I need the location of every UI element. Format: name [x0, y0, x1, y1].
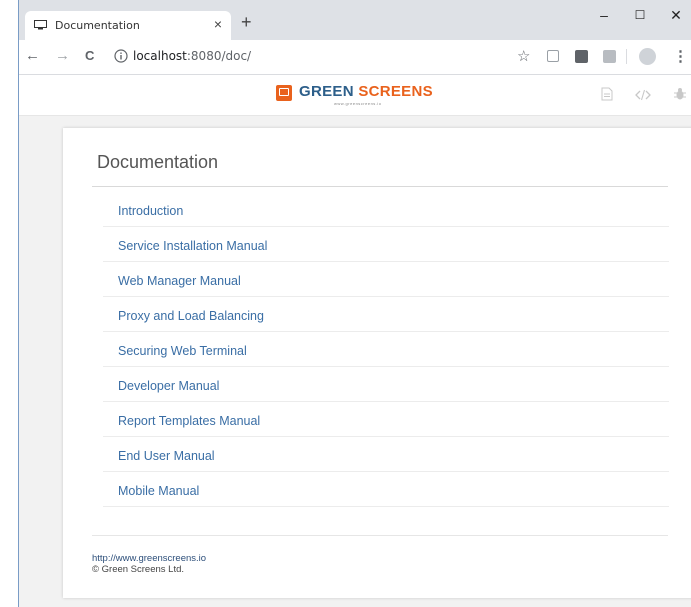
- reload-button[interactable]: C: [85, 48, 94, 64]
- close-window-button[interactable]: ✕: [666, 8, 686, 22]
- doc-link-mobile-manual[interactable]: Mobile Manual: [118, 484, 199, 498]
- page-title: Documentation: [97, 152, 219, 172]
- address-path: :8080/doc/: [186, 49, 252, 63]
- menu-icon[interactable]: ⋮: [673, 47, 688, 65]
- logo-tagline: www.greenscreens.io: [334, 101, 382, 106]
- extension-icon[interactable]: [603, 50, 616, 63]
- title-bar: Documentation × + – ☐ ✕: [19, 0, 691, 40]
- logo-text-green: GREEN: [299, 83, 354, 100]
- browser-toolbar: ← → C localhost:8080/doc/ ☆ ⋮: [19, 40, 691, 75]
- list-item: Developer Manual: [103, 368, 669, 402]
- star-icon[interactable]: ☆: [517, 47, 530, 65]
- tab-title: Documentation: [55, 19, 140, 32]
- list-item: Introduction: [103, 193, 669, 227]
- green-screens-logo[interactable]: GREEN SCREENS www.greenscreens.io: [276, 81, 446, 109]
- doc-link-web-manager[interactable]: Web Manager Manual: [118, 274, 241, 288]
- monitor-icon: [34, 20, 47, 30]
- extension-icon[interactable]: [547, 50, 559, 62]
- list-item: Mobile Manual: [103, 473, 669, 507]
- documentation-card: Documentation Introduction Service Insta…: [63, 128, 691, 598]
- title-divider: [92, 186, 668, 187]
- doc-link-end-user-manual[interactable]: End User Manual: [118, 449, 215, 463]
- app-header: GREEN SCREENS www.greenscreens.io: [19, 75, 691, 116]
- minimize-button[interactable]: –: [594, 8, 614, 22]
- back-button[interactable]: ←: [25, 48, 40, 64]
- list-item: End User Manual: [103, 438, 669, 472]
- footer-url[interactable]: http://www.greenscreens.io: [92, 553, 206, 564]
- list-item: Report Templates Manual: [103, 403, 669, 437]
- list-item: Service Installation Manual: [103, 228, 669, 262]
- maximize-button[interactable]: ☐: [630, 8, 650, 22]
- bug-icon[interactable]: [673, 87, 687, 101]
- profile-icon[interactable]: [639, 48, 656, 65]
- logo-icon: [276, 85, 292, 101]
- list-item: Proxy and Load Balancing: [103, 298, 669, 332]
- list-item: Securing Web Terminal: [103, 333, 669, 367]
- footer-divider: [92, 535, 668, 536]
- doc-link-service-installation[interactable]: Service Installation Manual: [118, 239, 267, 253]
- documentation-list: Introduction Service Installation Manual…: [103, 193, 669, 507]
- doc-link-proxy-load-balancing[interactable]: Proxy and Load Balancing: [118, 309, 264, 323]
- logo-text-screens: SCREENS: [358, 83, 433, 100]
- doc-link-report-templates[interactable]: Report Templates Manual: [118, 414, 260, 428]
- address-bar[interactable]: localhost:8080/doc/: [133, 49, 251, 63]
- doc-link-introduction[interactable]: Introduction: [118, 204, 183, 218]
- tab-documentation[interactable]: Documentation ×: [25, 11, 231, 40]
- info-icon[interactable]: [114, 49, 128, 63]
- toolbar-divider: [626, 49, 627, 64]
- new-tab-button[interactable]: +: [241, 13, 252, 31]
- list-item: Web Manager Manual: [103, 263, 669, 297]
- address-host: localhost: [133, 49, 187, 63]
- document-icon[interactable]: [601, 87, 613, 101]
- code-icon[interactable]: [635, 89, 651, 101]
- extension-icon[interactable]: [575, 50, 588, 63]
- doc-link-developer-manual[interactable]: Developer Manual: [118, 379, 219, 393]
- footer-copyright: © Green Screens Ltd.: [92, 564, 185, 575]
- browser-window: Documentation × + – ☐ ✕ ← → C localhost:…: [18, 0, 691, 607]
- doc-link-securing-web-terminal[interactable]: Securing Web Terminal: [118, 344, 247, 358]
- forward-button[interactable]: →: [55, 48, 70, 64]
- tab-close-icon[interactable]: ×: [210, 16, 226, 32]
